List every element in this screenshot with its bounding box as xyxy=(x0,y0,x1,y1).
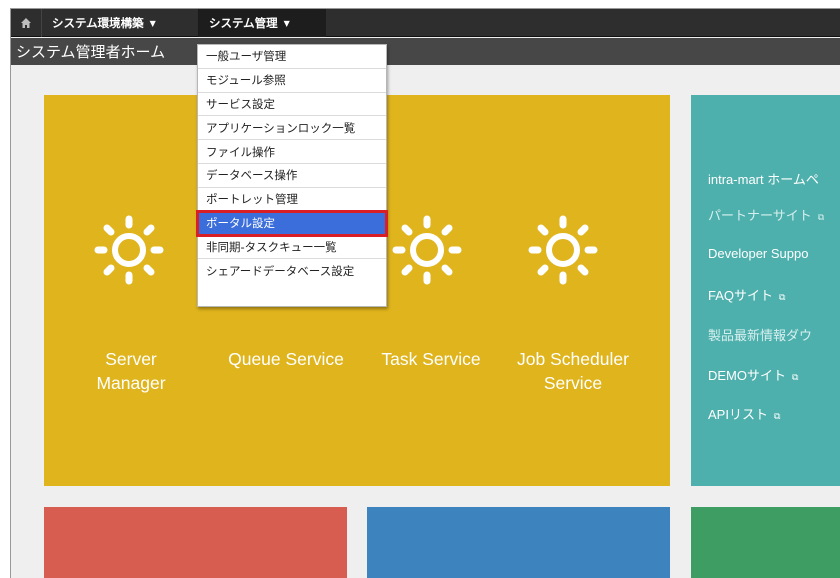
menu-system-environment-label: システム環境構築 xyxy=(52,16,144,30)
chevron-down-icon: ▼ xyxy=(283,18,290,28)
server-manager-icon[interactable] xyxy=(93,214,165,286)
external-link-icon: ⧉ xyxy=(779,292,786,302)
menu-item-database-operations[interactable]: データベース操作 xyxy=(198,164,386,188)
link-faq-site[interactable]: FAQサイト ⧉ xyxy=(708,285,785,304)
menu-item-async-task-queue[interactable]: 非同期-タスクキュー一覧 xyxy=(198,235,386,260)
menu-item-portal-settings[interactable]: ポータル設定 xyxy=(196,209,388,238)
server-manager-label[interactable]: Server Manager xyxy=(83,347,179,395)
sun-icon xyxy=(94,215,164,285)
link-demo-site[interactable]: DEMOサイト ⧉ xyxy=(708,365,798,384)
link-developer-support[interactable]: Developer Suppo xyxy=(708,246,808,261)
menu-item-module-reference[interactable]: モジュール参照 xyxy=(198,69,386,93)
top-navigation-bar: システム環境構築 ▼ システム管理 ▼ xyxy=(11,9,840,37)
external-link-icon: ⧉ xyxy=(792,372,799,382)
green-tile xyxy=(691,507,840,578)
menu-item-shared-database-settings[interactable]: シェアードデータベース設定 xyxy=(198,259,386,283)
link-product-downloads[interactable]: 製品最新情報ダウ xyxy=(708,325,812,344)
link-partner-site[interactable]: パートナーサイト ⧉ xyxy=(708,205,824,224)
chevron-down-icon: ▼ xyxy=(149,18,156,28)
menu-item-portlet-management[interactable]: ポートレット管理 xyxy=(198,188,386,212)
job-scheduler-icon[interactable] xyxy=(527,214,599,286)
red-tile xyxy=(44,507,347,578)
menu-item-file-operations[interactable]: ファイル操作 xyxy=(198,140,386,164)
external-link-icon: ⧉ xyxy=(773,411,781,421)
blue-tile xyxy=(367,507,670,578)
menu-item-application-locks[interactable]: アプリケーションロック一覧 xyxy=(198,116,386,141)
task-service-icon[interactable] xyxy=(391,214,463,286)
menu-system-environment[interactable]: システム環境構築 ▼ xyxy=(41,9,198,37)
app-frame: システム環境構築 ▼ システム管理 ▼ システム管理者ホーム Server Ma… xyxy=(10,8,840,578)
sun-icon xyxy=(528,215,598,285)
menu-system-admin[interactable]: システム管理 ▼ xyxy=(198,9,326,37)
menu-item-general-user-admin[interactable]: 一般ユーザ管理 xyxy=(198,45,386,69)
queue-service-label[interactable]: Queue Service xyxy=(211,347,361,371)
link-intramart-home[interactable]: intra-mart ホームペ xyxy=(708,169,819,188)
system-admin-dropdown: 一般ユーザ管理 モジュール参照 サービス設定 アプリケーションロック一覧 ファイ… xyxy=(196,44,388,307)
menu-item-service-settings[interactable]: サービス設定 xyxy=(198,93,386,117)
sun-icon xyxy=(392,215,462,285)
link-api-list[interactable]: APIリスト ⧉ xyxy=(708,404,780,423)
menu-system-admin-label: システム管理 xyxy=(209,16,278,30)
page-title: システム管理者ホーム xyxy=(11,38,840,65)
job-scheduler-label[interactable]: Job Scheduler Service xyxy=(503,347,643,395)
external-link-icon: ⧉ xyxy=(817,212,825,222)
home-icon[interactable] xyxy=(11,9,41,37)
task-service-label[interactable]: Task Service xyxy=(367,347,495,371)
